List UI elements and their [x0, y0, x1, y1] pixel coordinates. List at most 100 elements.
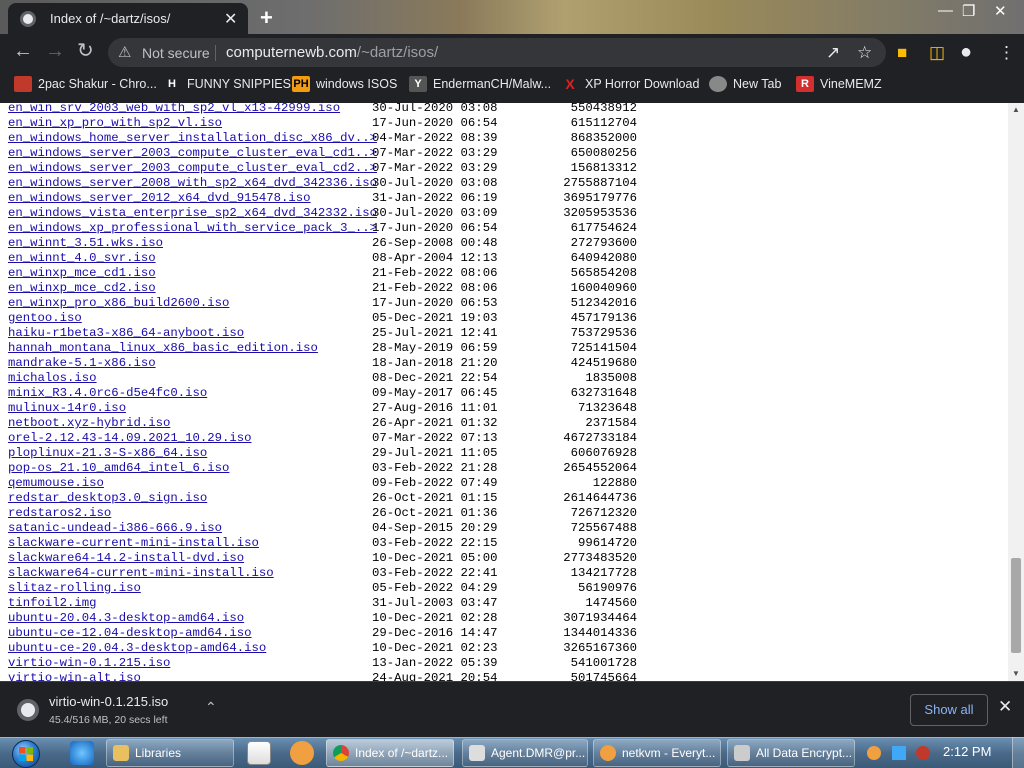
file-link[interactable]: ploplinux-21.3-S-x86_64.iso	[8, 446, 207, 461]
file-link[interactable]: en_win_xp_pro_with_sp2_vl.iso	[8, 116, 222, 131]
file-link[interactable]: satanic-undead-i386-666.9.iso	[8, 521, 222, 536]
back-arrow-icon[interactable]: ←	[13, 41, 33, 61]
vertical-scrollbar[interactable]: ▲ ▼	[1008, 103, 1024, 681]
paint-icon[interactable]	[290, 741, 314, 765]
tray-search-icon[interactable]	[867, 746, 881, 760]
address-bar[interactable]: ⚠ Not secure computernewb.com/~dartz/iso…	[108, 38, 886, 67]
file-size: 160040960	[570, 281, 637, 295]
scrollbar-thumb[interactable]	[1011, 558, 1021, 653]
file-link[interactable]: hannah_montana_linux_x86_basic_edition.i…	[8, 341, 318, 356]
chevron-up-icon[interactable]: ⌃	[205, 699, 217, 716]
menu-kebab-icon[interactable]: ⋮	[998, 43, 1015, 63]
show-desktop-button[interactable]	[1012, 737, 1024, 768]
window-minimize-button[interactable]: —	[938, 2, 953, 19]
file-link[interactable]: virtio-win-alt.iso	[8, 671, 141, 681]
file-link[interactable]: en_winxp_pro_x86_build2600.iso	[8, 296, 229, 311]
scroll-down-arrow-icon[interactable]: ▼	[1012, 669, 1020, 678]
file-link[interactable]: gentoo.iso	[8, 311, 82, 326]
window-close-button[interactable]: ✕	[994, 2, 1007, 20]
internet-explorer-icon[interactable]	[70, 741, 94, 765]
file-link[interactable]: mandrake-5.1-x86.iso	[8, 356, 156, 371]
download-filename[interactable]: virtio-win-0.1.215.iso	[49, 694, 168, 709]
forward-arrow-icon[interactable]: →	[45, 41, 65, 61]
close-icon[interactable]: ✕	[998, 697, 1012, 717]
file-link[interactable]: slackware-current-mini-install.iso	[8, 536, 259, 551]
file-link[interactable]: orel-2.12.43-14.09.2021_10.29.iso	[8, 431, 252, 446]
bookmark-item[interactable]: H FUNNY SNIPPIES	[163, 76, 291, 98]
taskbar-item-chrome[interactable]: Index of /~dartz...	[326, 739, 454, 767]
file-link[interactable]: netboot.xyz-hybrid.iso	[8, 416, 170, 431]
file-link[interactable]: slackware64-current-mini-install.iso	[8, 566, 274, 581]
taskbar-item-libraries[interactable]: Libraries	[106, 739, 234, 767]
bookmark-item[interactable]: PH windows ISOS	[292, 76, 397, 98]
file-link[interactable]: virtio-win-0.1.215.iso	[8, 656, 170, 671]
file-link[interactable]: en_windows_server_2008_with_sp2_x64_dvd_…	[8, 176, 377, 191]
file-link[interactable]: en_windows_server_2003_compute_cluster_e…	[8, 161, 377, 176]
reload-icon[interactable]: ↻	[77, 41, 94, 61]
file-link[interactable]: slackware64-14.2-install-dvd.iso	[8, 551, 244, 566]
file-link[interactable]: en_winnt_3.51.wks.iso	[8, 236, 163, 251]
file-link[interactable]: tinfoil2.img	[8, 596, 97, 611]
file-link[interactable]: ubuntu-ce-12.04-desktop-amd64.iso	[8, 626, 252, 641]
file-link[interactable]: en_winnt_4.0_svr.iso	[8, 251, 156, 266]
file-link[interactable]: mulinux-14r0.iso	[8, 401, 126, 416]
file-link[interactable]: michalos.iso	[8, 371, 97, 386]
bookmark-favicon-icon	[709, 76, 727, 92]
warning-icon[interactable]: ⚠	[118, 43, 131, 61]
file-link[interactable]: ubuntu-20.04.3-desktop-amd64.iso	[8, 611, 244, 626]
file-link[interactable]: pop-os_21.10_amd64_intel_6.iso	[8, 461, 229, 476]
bookmark-star-icon[interactable]: ☆	[857, 43, 872, 63]
bookmark-favicon-icon	[14, 76, 32, 92]
security-status-label[interactable]: Not secure	[142, 45, 210, 61]
file-link[interactable]: ubuntu-ce-20.04.3-desktop-amd64.iso	[8, 641, 266, 656]
window-maximize-button[interactable]: ❐	[962, 2, 975, 20]
bookmark-item[interactable]: R VineMEMZ	[796, 76, 882, 98]
tray-network-icon[interactable]	[892, 746, 906, 760]
bookmark-item[interactable]: New Tab	[709, 76, 781, 98]
file-link[interactable]: en_windows_home_server_installation_disc…	[8, 131, 377, 146]
new-tab-button[interactable]: +	[260, 5, 273, 31]
bookmark-item[interactable]: 2pac Shakur - Chro...	[14, 76, 157, 98]
file-link[interactable]: en_winxp_mce_cd1.iso	[8, 266, 156, 281]
file-size: 3205953536	[563, 206, 637, 220]
table-row: virtio-win-alt.iso 24-Aug-2021 20:54 50174…	[8, 671, 688, 681]
file-link[interactable]: redstar_desktop3.0_sign.iso	[8, 491, 207, 506]
show-all-button[interactable]: Show all	[910, 694, 988, 726]
table-row: hannah_montana_linux_x86_basic_edition.i…	[8, 341, 688, 356]
file-link[interactable]: en_winxp_mce_cd2.iso	[8, 281, 156, 296]
file-date: 30-Jul-2020 03:09	[372, 206, 498, 220]
bookmark-item[interactable]: Y EndermanCH/Malw...	[409, 76, 551, 98]
share-icon[interactable]: ↗	[826, 43, 840, 63]
file-date: 29-Jul-2021 11:05	[372, 446, 498, 460]
start-button[interactable]	[6, 739, 46, 768]
file-link[interactable]: minix_R3.4.0rc6-d5e4fc0.iso	[8, 386, 207, 401]
file-date: 05-Feb-2022 04:29	[372, 581, 498, 595]
taskbar-item-agent[interactable]: Agent.DMR@pr...	[462, 739, 588, 767]
file-link[interactable]: redstaros2.iso	[8, 506, 111, 521]
browser-tab-active[interactable]: Index of /~dartz/isos/ ✕	[8, 3, 248, 34]
taskbar-item-everything[interactable]: netkvm - Everyt...	[593, 739, 721, 767]
file-link[interactable]: en_windows_server_2012_x64_dvd_915478.is…	[8, 191, 311, 206]
tray-app-icon[interactable]	[916, 746, 930, 760]
file-link[interactable]: en_win_srv_2003_web_with_sp2_vl_x13-4299…	[8, 103, 340, 116]
file-link[interactable]: en_windows_server_2003_compute_cluster_e…	[8, 146, 377, 161]
file-link[interactable]: en_windows_vista_enterprise_sp2_x64_dvd_…	[8, 206, 377, 221]
profile-avatar-icon[interactable]: ●	[960, 41, 972, 64]
tab-title: Index of /~dartz/isos/	[50, 11, 171, 26]
side-panel-icon[interactable]: ◫	[929, 43, 945, 63]
taskbar-item-encrypt[interactable]: All Data Encrypt...	[727, 739, 855, 767]
file-link[interactable]: slitaz-rolling.iso	[8, 581, 141, 596]
taskbar-clock[interactable]: 2:12 PM	[943, 744, 991, 759]
file-link[interactable]: haiku-r1beta3-x86_64-anyboot.iso	[8, 326, 244, 341]
media-player-icon[interactable]	[247, 741, 271, 765]
scroll-up-arrow-icon[interactable]: ▲	[1012, 105, 1020, 114]
table-row: minix_R3.4.0rc6-d5e4fc0.iso 09-May-2017 0…	[8, 386, 688, 401]
url-text[interactable]: computernewb.com/~dartz/isos/	[226, 44, 438, 61]
file-size: 615112704	[570, 116, 637, 130]
tab-close-icon[interactable]: ✕	[224, 9, 237, 29]
file-link[interactable]: en_windows_xp_professional_with_service_…	[8, 221, 377, 236]
bookmark-item[interactable]: X XP Horror Download	[561, 76, 699, 98]
extensions-puzzle-icon[interactable]: ■	[897, 43, 907, 63]
table-row: haiku-r1beta3-x86_64-anyboot.iso 25-Jul-2…	[8, 326, 688, 341]
file-link[interactable]: qemumouse.iso	[8, 476, 104, 491]
